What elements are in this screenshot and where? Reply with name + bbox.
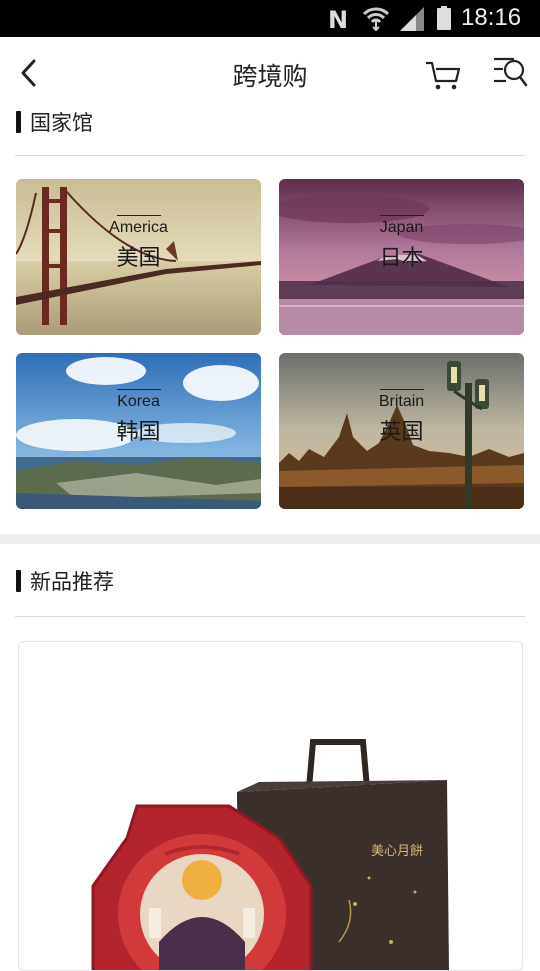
section-marker — [16, 570, 21, 592]
section-title: 国家馆 — [30, 111, 93, 135]
country-name-zh: 美国 — [116, 246, 161, 271]
status-time: 18:16 — [461, 4, 522, 31]
title-rule — [116, 389, 161, 390]
section-separator — [0, 534, 540, 544]
country-card-britain[interactable]: Britain 英国 — [279, 353, 524, 509]
nfc-icon: N — [328, 6, 349, 34]
country-name-zh: 韩国 — [116, 420, 161, 445]
status-bar: N 18:16 — [0, 0, 540, 37]
country-name-en: Japan — [379, 219, 424, 236]
title-rule — [379, 215, 424, 216]
chevron-left-icon[interactable] — [18, 57, 42, 89]
section-pavilion-header: 国家馆 — [0, 99, 540, 147]
country-card-korea[interactable]: Korea 韩国 — [16, 353, 261, 509]
title-rule — [116, 215, 161, 216]
section-new-products-header: 新品推荐 — [0, 558, 540, 606]
divider — [15, 616, 525, 617]
country-card-america[interactable]: America 美国 — [16, 179, 261, 335]
brand-logo: 美心月餅 — [371, 844, 423, 859]
divider — [15, 155, 525, 156]
section-title: 新品推荐 — [30, 570, 114, 594]
wifi-icon — [362, 7, 390, 31]
search-menu-icon[interactable] — [490, 55, 528, 91]
title-rule — [379, 389, 424, 390]
country-name-zh: 英国 — [379, 420, 424, 445]
signal-icon — [400, 7, 424, 31]
mooncake-gift-image: 美心月餅 — [91, 739, 449, 970]
country-name-en: Britain — [378, 393, 425, 410]
cart-icon[interactable] — [424, 57, 462, 93]
battery-icon — [437, 6, 451, 30]
country-name-en: Korea — [117, 393, 160, 410]
product-card[interactable]: 美心月餅 — [18, 641, 523, 971]
country-name-en: America — [109, 219, 168, 236]
section-marker — [16, 111, 21, 133]
country-name-zh: 日本 — [379, 246, 424, 271]
country-card-japan[interactable]: Japan 日本 — [279, 179, 524, 335]
